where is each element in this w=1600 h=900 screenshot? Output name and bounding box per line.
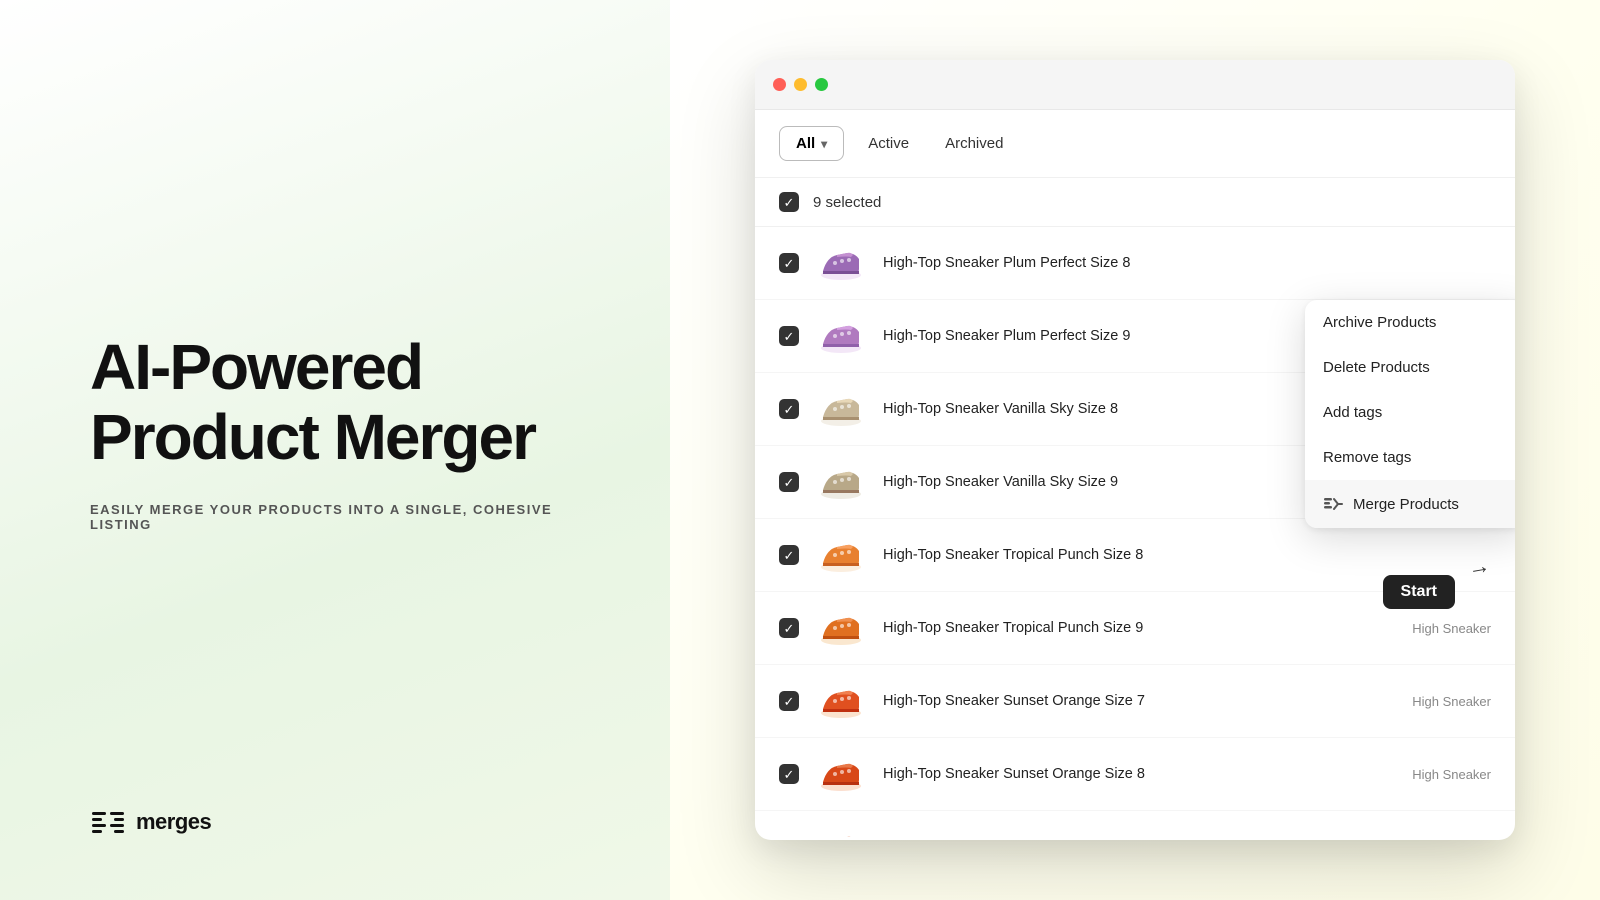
filter-active-label: Active [868,135,909,152]
row-checkbox[interactable]: ✓ [779,764,799,784]
checkmark-icon: ✓ [784,330,795,343]
table-row: ✓ High-Top Sneaker Tropical Punch Size 8 [755,519,1515,592]
traffic-light-green[interactable] [815,78,828,91]
product-image [815,237,867,289]
product-name: High-Top Sneaker Plum Perfect Size 8 [883,255,1475,271]
filter-all-label: All [796,135,815,152]
traffic-light-yellow[interactable] [794,78,807,91]
dropdown-menu: Archive Products Delete Products Add tag… [1305,300,1515,528]
filter-bar: All ▾ Active Archived [755,110,1515,178]
checkmark-icon: ✓ [784,768,795,781]
row-checkbox[interactable]: ✓ [779,399,799,419]
product-image [815,675,867,727]
checkmark-icon: ✓ [784,403,795,416]
table-row: ✓ High-Top Sneaker Sunset Orange Size 9 … [755,811,1515,837]
dropdown-archive-label: Archive Products [1323,314,1436,331]
filter-archived-button[interactable]: Archived [933,127,1015,160]
merge-icon [1323,494,1343,514]
dropdown-remove-tags[interactable]: Remove tags [1305,435,1515,480]
row-checkbox[interactable]: ✓ [779,472,799,492]
merges-logo-icon [90,804,126,840]
dropdown-merge-products[interactable]: Merge Products [1305,480,1515,528]
app-window: All ▾ Active Archived ✓ 9 selected ✓ [755,60,1515,840]
product-image [815,748,867,800]
logo-area: merges [90,804,590,840]
filter-active-button[interactable]: Active [856,127,921,160]
product-image [815,602,867,654]
product-image [815,529,867,581]
checkmark-icon: ✓ [784,695,795,708]
hero-section: AI-PoweredProduct Merger EASILY MERGE YO… [90,60,590,804]
product-name: High-Top Sneaker Sunset Orange Size 7 [883,693,1396,709]
product-type: High Sneaker [1412,621,1491,636]
product-name: High-Top Sneaker Tropical Punch Size 9 [883,620,1396,636]
dropdown-delete-label: Delete Products [1323,359,1430,376]
traffic-light-red[interactable] [773,78,786,91]
logo-text: merges [136,809,211,835]
product-name: High-Top Sneaker Sunset Orange Size 8 [883,766,1396,782]
hero-subtitle: EASILY MERGE YOUR PRODUCTS INTO A SINGLE… [90,502,590,532]
checkmark-icon: ✓ [784,549,795,562]
right-panel: All ▾ Active Archived ✓ 9 selected ✓ [670,0,1600,900]
filter-archived-label: Archived [945,135,1003,152]
product-image [815,383,867,435]
checkmark-icon: ✓ [784,196,795,209]
table-row: ✓ High-Top Sneaker Plum Perfect Size 8 [755,227,1515,300]
product-image [815,310,867,362]
dropdown-archive-products[interactable]: Archive Products [1305,300,1515,345]
row-checkbox[interactable]: ✓ [779,326,799,346]
checkmark-icon: ✓ [784,476,795,489]
checkmark-icon: ✓ [784,257,795,270]
dropdown-delete-products[interactable]: Delete Products [1305,345,1515,390]
selection-count: 9 selected [813,194,881,211]
title-bar [755,60,1515,110]
table-row: ✓ High-Top Sneaker Sunset Orange Size 8 … [755,738,1515,811]
table-row: ✓ High-Top Sneaker Tropical Punch Size 9… [755,592,1515,665]
dropdown-remove-tags-label: Remove tags [1323,449,1411,466]
row-checkbox[interactable]: ✓ [779,618,799,638]
left-panel: AI-PoweredProduct Merger EASILY MERGE YO… [0,0,670,900]
dropdown-merge-label: Merge Products [1353,496,1459,513]
row-checkbox[interactable]: ✓ [779,545,799,565]
dropdown-add-tags[interactable]: Add tags [1305,390,1515,435]
row-checkbox[interactable]: ✓ [779,253,799,273]
product-name: High-Top Sneaker Tropical Punch Size 8 [883,547,1475,563]
product-image [815,456,867,508]
filter-chevron-icon: ▾ [821,137,827,151]
row-checkbox[interactable]: ✓ [779,691,799,711]
selection-bar: ✓ 9 selected [755,178,1515,227]
table-row: ✓ High-Top Sneaker Sunset Orange Size 7 … [755,665,1515,738]
product-image [815,821,867,837]
dropdown-add-tags-label: Add tags [1323,404,1382,421]
select-all-checkbox[interactable]: ✓ [779,192,799,212]
hero-title: AI-PoweredProduct Merger [90,332,590,473]
checkmark-icon: ✓ [784,622,795,635]
filter-all-button[interactable]: All ▾ [779,126,844,161]
product-type: High Sneaker [1412,767,1491,782]
product-type: High Sneaker [1412,694,1491,709]
